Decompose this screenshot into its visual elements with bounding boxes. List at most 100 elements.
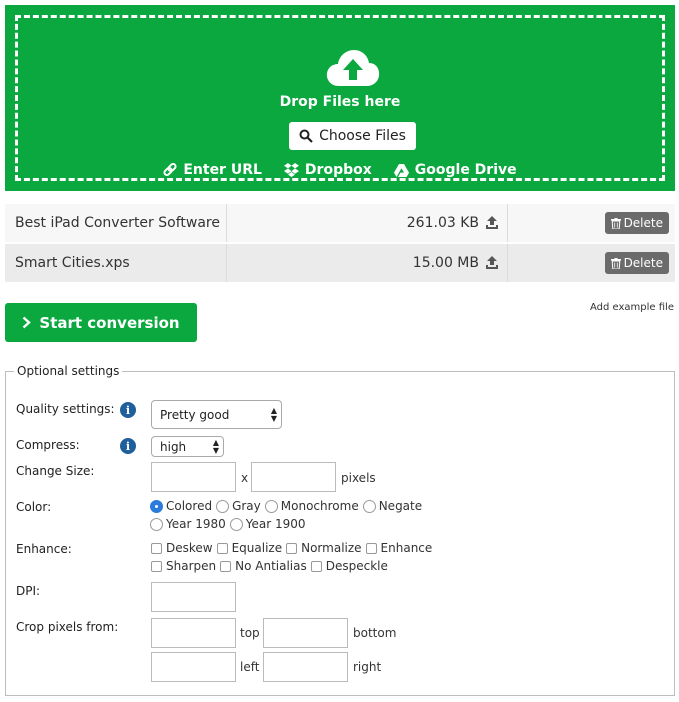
crop-right-input[interactable] (263, 652, 348, 682)
enhance-option-deskew[interactable]: Deskew (151, 541, 213, 555)
optional-settings-legend: Optional settings (14, 364, 123, 378)
enhance-option-normalize[interactable]: Normalize (286, 541, 362, 555)
crop-left-input[interactable] (151, 652, 236, 682)
color-option-negate[interactable]: Negate (362, 499, 423, 513)
enhance-option-label: Sharpen (166, 559, 217, 573)
upload-icon (486, 256, 498, 269)
file-name: Smart Cities.xps (5, 244, 227, 282)
file-size: 15.00 MB (412, 255, 479, 271)
optional-settings-panel: Optional settings Quality settings: i Pr… (5, 364, 675, 696)
start-conversion-button[interactable]: Start conversion (5, 303, 197, 342)
google-drive-icon (393, 163, 409, 177)
crop-top-input[interactable] (151, 618, 236, 648)
height-input[interactable] (251, 462, 336, 492)
color-options-row-1: Colored Gray Monochrome Negate (150, 499, 426, 513)
color-option-label: Year 1980 (166, 517, 226, 531)
checkbox[interactable] (151, 542, 162, 554)
color-option-monochrome[interactable]: Monochrome (264, 499, 359, 513)
color-option-year-1900[interactable]: Year 1900 (229, 517, 306, 531)
enhance-option-label: No Antialias (235, 559, 307, 573)
enhance-options-row-2: Sharpen No Antialias Despeckle (151, 559, 392, 573)
google-drive-label: Google Drive (414, 162, 517, 178)
crop-top-label: top (240, 626, 260, 640)
crop-bottom-label: bottom (353, 626, 397, 640)
file-row: Best iPad Converter Software 261.03 KB D… (5, 204, 675, 242)
select-arrows-icon: ▲ ▼ (212, 437, 219, 455)
checkbox[interactable] (310, 560, 322, 572)
dropbox-link[interactable]: Dropbox (283, 162, 372, 178)
checkbox[interactable] (151, 560, 162, 572)
dpi-input[interactable] (151, 582, 236, 612)
google-drive-link[interactable]: Google Drive (393, 162, 517, 178)
enter-url-label: Enter URL (183, 162, 262, 178)
link-icon (163, 163, 177, 177)
radio-button[interactable] (150, 517, 163, 531)
drop-files-label: Drop Files here (279, 94, 401, 110)
compress-select[interactable]: high ▲ ▼ (151, 436, 224, 457)
chevron-right-icon (23, 316, 32, 329)
enhance-option-enhance[interactable]: Enhance (365, 541, 433, 555)
radio-button[interactable] (362, 499, 376, 513)
checkbox[interactable] (286, 542, 298, 554)
delete-button[interactable]: Delete (604, 252, 669, 274)
crop-label: Crop pixels from: (16, 620, 119, 634)
quality-select[interactable]: Pretty good ▲ ▼ (151, 400, 282, 429)
choose-files-button[interactable]: Choose Files (289, 122, 416, 150)
crop-right-label: right (353, 660, 382, 674)
radio-button[interactable] (216, 499, 230, 513)
quality-select-value: Pretty good (160, 407, 230, 422)
size-separator: x (241, 471, 249, 485)
file-action-cell: Delete (508, 244, 675, 282)
file-drop-zone[interactable]: Drop Files here Choose Files Enter URL D… (5, 5, 675, 191)
radio-button[interactable] (264, 499, 278, 513)
enhance-option-label: Despeckle (325, 559, 388, 573)
cloud-upload-icon (326, 50, 380, 86)
compress-label: Compress: (16, 438, 80, 452)
compress-info-icon[interactable]: i (120, 438, 136, 454)
upload-sources: Enter URL Dropbox Google Drive (18, 162, 662, 178)
color-label: Color: (16, 500, 52, 514)
crop-left-label: left (240, 660, 260, 674)
width-input[interactable] (151, 462, 236, 492)
enhance-option-equalize[interactable]: Equalize (216, 541, 283, 555)
color-option-label: Year 1900 (245, 517, 306, 531)
trash-icon (610, 217, 621, 229)
start-conversion-label: Start conversion (39, 313, 180, 332)
drop-zone-border: Drop Files here Choose Files Enter URL D… (15, 15, 665, 181)
color-option-year-1980[interactable]: Year 1980 (150, 517, 226, 531)
enhance-option-label: Enhance (380, 541, 433, 555)
file-size: 261.03 KB (406, 215, 479, 231)
radio-button[interactable] (229, 517, 243, 531)
file-size-cell: 15.00 MB (227, 244, 508, 282)
enhance-option-label: Equalize (231, 541, 283, 555)
delete-button[interactable]: Delete (604, 212, 669, 234)
enhance-option-label: Normalize (301, 541, 362, 555)
upload-icon (486, 216, 498, 229)
enhance-options-row-1: Deskew Equalize Normalize Enhance (151, 541, 436, 555)
dropbox-label: Dropbox (304, 162, 372, 178)
radio-button[interactable] (150, 499, 163, 513)
delete-label: Delete (623, 256, 663, 270)
checkbox[interactable] (216, 542, 228, 554)
crop-bottom-input[interactable] (263, 618, 348, 648)
quality-info-icon[interactable]: i (120, 402, 136, 418)
enhance-option-despeckle[interactable]: Despeckle (310, 559, 388, 573)
file-size-cell: 261.03 KB (227, 204, 508, 242)
checkbox[interactable] (220, 560, 232, 572)
file-action-cell: Delete (508, 204, 675, 242)
size-unit: pixels (341, 471, 376, 485)
enhance-option-label: Deskew (166, 541, 213, 555)
color-option-label: Gray (232, 499, 261, 513)
dropbox-icon (283, 163, 299, 177)
color-option-label: Negate (378, 499, 423, 513)
delete-label: Delete (623, 216, 663, 230)
enhance-option-sharpen[interactable]: Sharpen (151, 559, 216, 573)
enhance-option-no-antialias[interactable]: No Antialias (220, 559, 307, 573)
add-example-file-link[interactable]: Add example file (590, 302, 674, 313)
color-option-label: Colored (166, 499, 213, 513)
checkbox[interactable] (365, 542, 377, 554)
enhance-label: Enhance: (16, 542, 72, 556)
enter-url-link[interactable]: Enter URL (163, 162, 262, 178)
color-option-gray[interactable]: Gray (216, 499, 261, 513)
color-option-colored[interactable]: Colored (150, 499, 212, 513)
